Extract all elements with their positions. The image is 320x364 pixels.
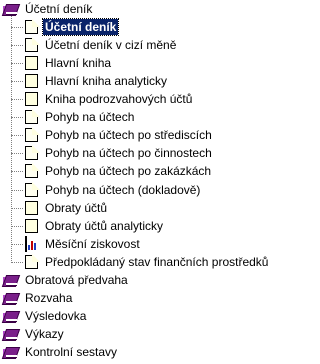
tree-item-label: Pohyb na účtech po činnostech	[45, 146, 212, 161]
report-tree: Účetní deník Účetní deník Účetní deník v c…	[0, 0, 275, 364]
tree-item[interactable]: Pohyb na účtech	[25, 108, 136, 126]
tree-item-label: Kontrolní sestavy	[25, 344, 118, 359]
tree-item-label: Pohyb na účtech (dokladově)	[45, 182, 201, 197]
tree-item[interactable]: Hlavní kniha analyticky	[25, 72, 169, 90]
sum-icon	[25, 56, 38, 71]
tree-item[interactable]: Obraty účtů	[25, 199, 109, 217]
tree-connector-branch	[11, 135, 23, 137]
tree-connector-branch	[11, 153, 23, 155]
tree-connector-branch	[11, 225, 23, 227]
tree-item[interactable]: Pohyb na účtech po činnostech	[25, 144, 214, 162]
sum-icon-wrap	[25, 56, 39, 71]
tree-item[interactable]: Účetní deník v cizí měně	[25, 36, 178, 54]
tree-connector-branch	[11, 81, 23, 83]
tree-item-label: Pohyb na účtech	[45, 110, 135, 125]
tree-item-label: Obraty účtů analyticky	[45, 218, 164, 233]
tree-connector-branch	[11, 243, 23, 245]
document-icon-wrap	[25, 128, 39, 143]
book-icon-wrap	[1, 273, 21, 287]
tree-item-label: Účetní deník v cizí měně	[45, 38, 177, 53]
sum-icon-wrap	[25, 218, 39, 233]
sum-icon-wrap	[25, 92, 39, 107]
sum-icon-wrap	[25, 200, 39, 215]
tree-item-label: Výkazy	[25, 326, 64, 341]
tree-connector-branch	[11, 99, 23, 101]
sum-icon	[25, 218, 38, 233]
tree-item-label: Předpokládaný stav finančních prostředků	[45, 254, 269, 269]
tree-item[interactable]: Předpokládaný stav finančních prostředků	[25, 253, 270, 271]
tree-item-label: Rozvaha	[25, 290, 73, 305]
tree-node[interactable]: Obratová předvaha	[1, 271, 130, 289]
document-icon	[25, 128, 38, 143]
tree-item-label: Pohyb na účtech po střediscích	[45, 128, 212, 143]
tree-item-label: Účetní deník	[41, 18, 120, 37]
sum-icon	[25, 74, 38, 89]
document-icon-wrap	[25, 164, 39, 179]
tree-item[interactable]: Pohyb na účtech po zakázkách	[25, 162, 213, 180]
tree-item-label: Pohyb na účtech po zakázkách	[45, 164, 212, 179]
tree-connector-branch	[11, 207, 23, 209]
tree-node[interactable]: Kontrolní sestavy	[1, 343, 119, 361]
tree-item[interactable]: Měsíční ziskovost	[25, 235, 142, 253]
tree-item-label: Výsledovka	[25, 308, 87, 323]
document-icon-wrap	[25, 254, 39, 269]
tree-item-label: Účetní deník	[25, 2, 93, 16]
document-icon	[25, 20, 38, 35]
tree-item-label: Obratová předvaha	[25, 272, 128, 287]
tree-item-label: Měsíční ziskovost	[45, 236, 140, 251]
open-book-icon-wrap	[1, 2, 21, 16]
sum-icon	[25, 200, 38, 215]
tree-connector-branch	[11, 27, 23, 29]
sum-icon	[25, 92, 38, 107]
bar-chart-icon-wrap	[25, 235, 39, 252]
book-icon-wrap	[1, 345, 21, 359]
tree-connector-branch	[11, 261, 23, 263]
tree-connector-branch	[11, 45, 23, 47]
tree-connector-branch	[11, 63, 23, 65]
sum-icon-wrap	[25, 74, 39, 89]
tree-item[interactable]: Pohyb na účtech po střediscích	[25, 126, 214, 144]
tree-item-label: Hlavní kniha	[45, 56, 112, 71]
document-icon	[25, 182, 38, 197]
tree-item-label: Obraty účtů	[45, 200, 108, 215]
tree-node[interactable]: Výkazy	[1, 325, 66, 343]
tree-item[interactable]: Pohyb na účtech (dokladově)	[25, 181, 202, 199]
document-icon	[25, 254, 38, 269]
tree-item[interactable]: Hlavní kniha	[25, 54, 113, 72]
document-icon	[25, 164, 38, 179]
book-icon-wrap	[1, 309, 21, 323]
document-icon-wrap	[25, 110, 39, 125]
document-icon	[25, 110, 38, 125]
document-icon-wrap	[25, 146, 39, 161]
tree-item-label: Hlavní kniha analyticky	[45, 74, 168, 89]
tree-item[interactable]: Účetní deník	[25, 18, 120, 37]
tree-item-label: Kniha podrozvahových účtů	[45, 92, 193, 107]
tree-item[interactable]: Obraty účtů analyticky	[25, 217, 165, 235]
tree-connector-branch	[11, 117, 23, 119]
tree-connector-branch	[11, 189, 23, 191]
tree-node-ucetni-denik[interactable]: Účetní deník	[1, 0, 94, 18]
document-icon	[25, 38, 38, 53]
book-icon-wrap	[1, 327, 21, 341]
document-icon-wrap	[25, 38, 39, 53]
tree-node[interactable]: Rozvaha	[1, 289, 74, 307]
bar-chart-icon	[25, 235, 36, 252]
tree-connector-branch	[11, 171, 23, 173]
tree-connector-line	[11, 16, 12, 261]
tree-node[interactable]: Výsledovka	[1, 307, 88, 325]
document-icon-wrap	[25, 182, 39, 197]
book-icon-wrap	[1, 291, 21, 305]
document-icon	[25, 146, 38, 161]
document-icon-wrap	[25, 20, 39, 35]
tree-item[interactable]: Kniha podrozvahových účtů	[25, 90, 194, 108]
